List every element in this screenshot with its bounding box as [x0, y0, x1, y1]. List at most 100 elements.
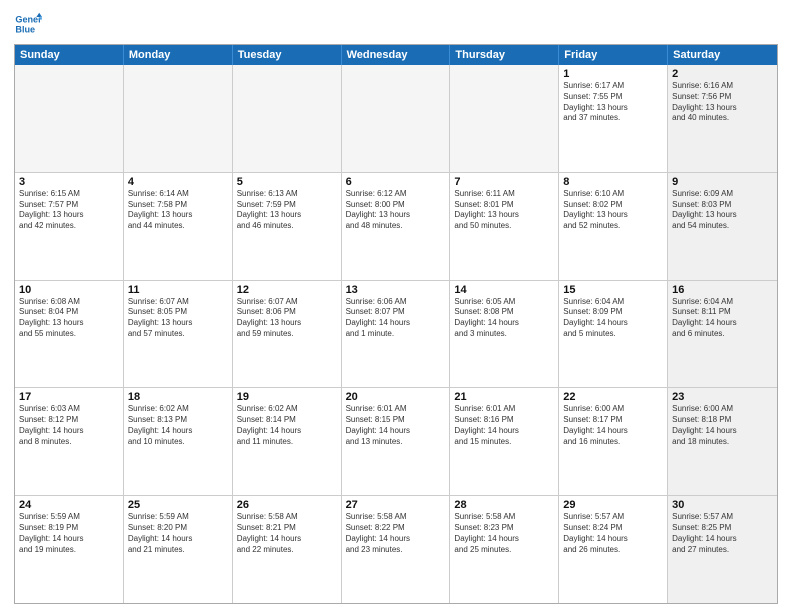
cell-info: Sunrise: 6:02 AM Sunset: 8:14 PM Dayligh…: [237, 404, 337, 447]
day-number: 25: [128, 499, 228, 511]
cal-cell-1-3: 6Sunrise: 6:12 AM Sunset: 8:00 PM Daylig…: [342, 173, 451, 280]
calendar: SundayMondayTuesdayWednesdayThursdayFrid…: [14, 44, 778, 604]
header-day-monday: Monday: [124, 45, 233, 65]
calendar-row-0: 1Sunrise: 6:17 AM Sunset: 7:55 PM Daylig…: [15, 65, 777, 172]
day-number: 10: [19, 284, 119, 296]
cal-cell-4-4: 28Sunrise: 5:58 AM Sunset: 8:23 PM Dayli…: [450, 496, 559, 603]
cell-info: Sunrise: 6:04 AM Sunset: 8:09 PM Dayligh…: [563, 297, 663, 340]
cell-info: Sunrise: 5:58 AM Sunset: 8:22 PM Dayligh…: [346, 512, 446, 555]
day-number: 23: [672, 391, 773, 403]
day-number: 3: [19, 176, 119, 188]
cell-info: Sunrise: 6:15 AM Sunset: 7:57 PM Dayligh…: [19, 189, 119, 232]
cal-cell-4-3: 27Sunrise: 5:58 AM Sunset: 8:22 PM Dayli…: [342, 496, 451, 603]
cell-info: Sunrise: 6:09 AM Sunset: 8:03 PM Dayligh…: [672, 189, 773, 232]
cal-cell-0-6: 2Sunrise: 6:16 AM Sunset: 7:56 PM Daylig…: [668, 65, 777, 172]
cell-info: Sunrise: 6:08 AM Sunset: 8:04 PM Dayligh…: [19, 297, 119, 340]
cell-info: Sunrise: 6:05 AM Sunset: 8:08 PM Dayligh…: [454, 297, 554, 340]
cal-cell-4-5: 29Sunrise: 5:57 AM Sunset: 8:24 PM Dayli…: [559, 496, 668, 603]
cal-cell-3-0: 17Sunrise: 6:03 AM Sunset: 8:12 PM Dayli…: [15, 388, 124, 495]
cal-cell-0-1: [124, 65, 233, 172]
day-number: 30: [672, 499, 773, 511]
day-number: 14: [454, 284, 554, 296]
cell-info: Sunrise: 6:14 AM Sunset: 7:58 PM Dayligh…: [128, 189, 228, 232]
cell-info: Sunrise: 6:02 AM Sunset: 8:13 PM Dayligh…: [128, 404, 228, 447]
day-number: 6: [346, 176, 446, 188]
cal-cell-0-3: [342, 65, 451, 172]
cell-info: Sunrise: 6:16 AM Sunset: 7:56 PM Dayligh…: [672, 81, 773, 124]
day-number: 16: [672, 284, 773, 296]
cell-info: Sunrise: 6:03 AM Sunset: 8:12 PM Dayligh…: [19, 404, 119, 447]
day-number: 24: [19, 499, 119, 511]
day-number: 27: [346, 499, 446, 511]
cell-info: Sunrise: 6:12 AM Sunset: 8:00 PM Dayligh…: [346, 189, 446, 232]
logo: General Blue: [14, 10, 44, 38]
cell-info: Sunrise: 6:06 AM Sunset: 8:07 PM Dayligh…: [346, 297, 446, 340]
cal-cell-4-2: 26Sunrise: 5:58 AM Sunset: 8:21 PM Dayli…: [233, 496, 342, 603]
header-day-wednesday: Wednesday: [342, 45, 451, 65]
cell-info: Sunrise: 6:00 AM Sunset: 8:18 PM Dayligh…: [672, 404, 773, 447]
cal-cell-4-1: 25Sunrise: 5:59 AM Sunset: 8:20 PM Dayli…: [124, 496, 233, 603]
day-number: 21: [454, 391, 554, 403]
cal-cell-0-0: [15, 65, 124, 172]
logo-icon: General Blue: [14, 10, 42, 38]
cal-cell-3-1: 18Sunrise: 6:02 AM Sunset: 8:13 PM Dayli…: [124, 388, 233, 495]
cal-cell-3-2: 19Sunrise: 6:02 AM Sunset: 8:14 PM Dayli…: [233, 388, 342, 495]
cal-cell-3-5: 22Sunrise: 6:00 AM Sunset: 8:17 PM Dayli…: [559, 388, 668, 495]
day-number: 29: [563, 499, 663, 511]
cell-info: Sunrise: 6:17 AM Sunset: 7:55 PM Dayligh…: [563, 81, 663, 124]
calendar-header: SundayMondayTuesdayWednesdayThursdayFrid…: [15, 45, 777, 65]
cal-cell-1-2: 5Sunrise: 6:13 AM Sunset: 7:59 PM Daylig…: [233, 173, 342, 280]
cell-info: Sunrise: 5:59 AM Sunset: 8:20 PM Dayligh…: [128, 512, 228, 555]
cal-cell-2-2: 12Sunrise: 6:07 AM Sunset: 8:06 PM Dayli…: [233, 281, 342, 388]
header-day-friday: Friday: [559, 45, 668, 65]
calendar-row-3: 17Sunrise: 6:03 AM Sunset: 8:12 PM Dayli…: [15, 387, 777, 495]
day-number: 26: [237, 499, 337, 511]
calendar-row-2: 10Sunrise: 6:08 AM Sunset: 8:04 PM Dayli…: [15, 280, 777, 388]
cal-cell-2-6: 16Sunrise: 6:04 AM Sunset: 8:11 PM Dayli…: [668, 281, 777, 388]
cal-cell-2-3: 13Sunrise: 6:06 AM Sunset: 8:07 PM Dayli…: [342, 281, 451, 388]
cell-info: Sunrise: 5:58 AM Sunset: 8:21 PM Dayligh…: [237, 512, 337, 555]
header-day-sunday: Sunday: [15, 45, 124, 65]
header-day-saturday: Saturday: [668, 45, 777, 65]
cal-cell-0-2: [233, 65, 342, 172]
day-number: 11: [128, 284, 228, 296]
day-number: 19: [237, 391, 337, 403]
cal-cell-3-4: 21Sunrise: 6:01 AM Sunset: 8:16 PM Dayli…: [450, 388, 559, 495]
day-number: 8: [563, 176, 663, 188]
day-number: 5: [237, 176, 337, 188]
cell-info: Sunrise: 6:00 AM Sunset: 8:17 PM Dayligh…: [563, 404, 663, 447]
day-number: 13: [346, 284, 446, 296]
cal-cell-0-5: 1Sunrise: 6:17 AM Sunset: 7:55 PM Daylig…: [559, 65, 668, 172]
cell-info: Sunrise: 6:01 AM Sunset: 8:15 PM Dayligh…: [346, 404, 446, 447]
cell-info: Sunrise: 6:07 AM Sunset: 8:05 PM Dayligh…: [128, 297, 228, 340]
cell-info: Sunrise: 6:13 AM Sunset: 7:59 PM Dayligh…: [237, 189, 337, 232]
cell-info: Sunrise: 6:01 AM Sunset: 8:16 PM Dayligh…: [454, 404, 554, 447]
day-number: 15: [563, 284, 663, 296]
header-day-tuesday: Tuesday: [233, 45, 342, 65]
day-number: 17: [19, 391, 119, 403]
header-day-thursday: Thursday: [450, 45, 559, 65]
cal-cell-2-5: 15Sunrise: 6:04 AM Sunset: 8:09 PM Dayli…: [559, 281, 668, 388]
cal-cell-2-4: 14Sunrise: 6:05 AM Sunset: 8:08 PM Dayli…: [450, 281, 559, 388]
cal-cell-0-4: [450, 65, 559, 172]
calendar-row-4: 24Sunrise: 5:59 AM Sunset: 8:19 PM Dayli…: [15, 495, 777, 603]
day-number: 1: [563, 68, 663, 80]
cal-cell-2-1: 11Sunrise: 6:07 AM Sunset: 8:05 PM Dayli…: [124, 281, 233, 388]
cell-info: Sunrise: 5:57 AM Sunset: 8:24 PM Dayligh…: [563, 512, 663, 555]
day-number: 9: [672, 176, 773, 188]
calendar-row-1: 3Sunrise: 6:15 AM Sunset: 7:57 PM Daylig…: [15, 172, 777, 280]
cal-cell-1-0: 3Sunrise: 6:15 AM Sunset: 7:57 PM Daylig…: [15, 173, 124, 280]
day-number: 18: [128, 391, 228, 403]
svg-text:Blue: Blue: [15, 24, 35, 34]
cal-cell-1-1: 4Sunrise: 6:14 AM Sunset: 7:58 PM Daylig…: [124, 173, 233, 280]
day-number: 12: [237, 284, 337, 296]
calendar-body: 1Sunrise: 6:17 AM Sunset: 7:55 PM Daylig…: [15, 65, 777, 603]
cal-cell-4-6: 30Sunrise: 5:57 AM Sunset: 8:25 PM Dayli…: [668, 496, 777, 603]
cal-cell-3-3: 20Sunrise: 6:01 AM Sunset: 8:15 PM Dayli…: [342, 388, 451, 495]
cell-info: Sunrise: 6:04 AM Sunset: 8:11 PM Dayligh…: [672, 297, 773, 340]
cal-cell-4-0: 24Sunrise: 5:59 AM Sunset: 8:19 PM Dayli…: [15, 496, 124, 603]
day-number: 4: [128, 176, 228, 188]
cell-info: Sunrise: 6:07 AM Sunset: 8:06 PM Dayligh…: [237, 297, 337, 340]
cal-cell-1-5: 8Sunrise: 6:10 AM Sunset: 8:02 PM Daylig…: [559, 173, 668, 280]
cal-cell-1-4: 7Sunrise: 6:11 AM Sunset: 8:01 PM Daylig…: [450, 173, 559, 280]
